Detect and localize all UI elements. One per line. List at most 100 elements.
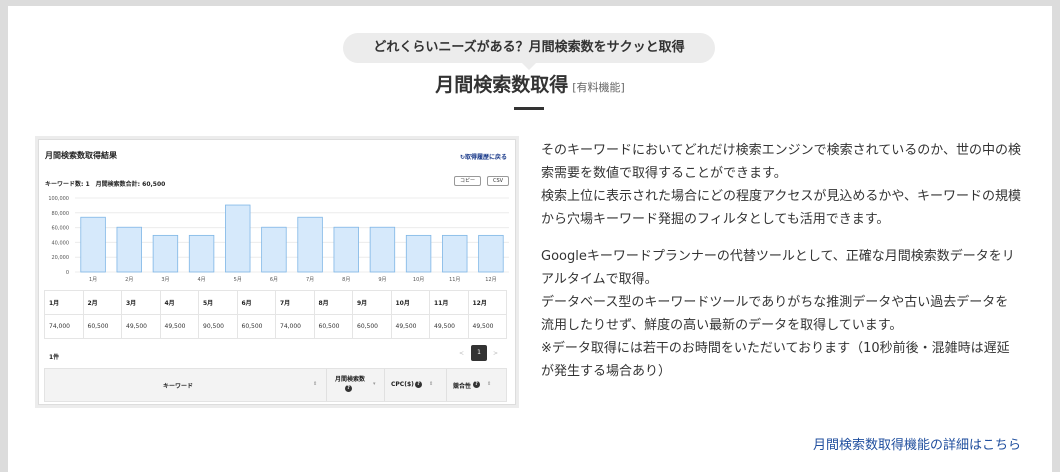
- bar: [80, 216, 106, 273]
- x-tick-label: 10月: [413, 277, 424, 283]
- monthly-table-header: 1月 2月 3月 4月 5月 6月 7月 8月 9月 10月 11月 12月: [44, 290, 507, 315]
- x-tick-label: 12月: [485, 277, 496, 283]
- month-value: 74,000: [275, 314, 315, 339]
- month-header: 10月: [390, 290, 430, 315]
- bar: [152, 234, 179, 273]
- month-value: 49,500: [467, 314, 507, 339]
- feature-description: そのキーワードにおいてどれだけ検索エンジンで検索されているのか、世の中の検索需要…: [541, 139, 1021, 397]
- catchphrase-bubble: どれくらいニーズがある？月間検索数をサクッと取得: [343, 33, 715, 63]
- help-icon[interactable]: ?: [345, 385, 352, 392]
- csv-button[interactable]: CSV: [487, 176, 510, 186]
- bar: [225, 204, 251, 273]
- month-value: 60,500: [352, 314, 392, 339]
- help-icon[interactable]: ?: [415, 381, 422, 388]
- feature-detail-link[interactable]: 月間検索数取得機能の詳細はこちら: [813, 434, 1021, 453]
- x-tick-label: 9月: [378, 277, 386, 283]
- result-screenshot: 月間検索数取得結果 ↻取得履歴に戻る キーワード数: 1 月間検索数合計: 60,…: [38, 139, 516, 405]
- x-tick-label: 2月: [125, 277, 133, 283]
- description-line: ※データ取得には若干のお時間をいただいております（10秒前後・混雑時は遅延が発生…: [541, 341, 1010, 379]
- bubble-tail: [522, 63, 536, 70]
- bar: [405, 234, 432, 273]
- pager-prev[interactable]: <: [459, 350, 464, 357]
- bar: [333, 226, 359, 273]
- x-tick-label: 1月: [89, 277, 97, 283]
- help-icon[interactable]: ?: [473, 381, 480, 388]
- col-competition[interactable]: 競合性 ? ⇕: [447, 369, 508, 401]
- month-value: 49,500: [159, 314, 199, 339]
- pager-next[interactable]: >: [493, 350, 498, 357]
- col-competition-label: 競合性: [453, 383, 472, 390]
- month-header: 11月: [429, 290, 469, 315]
- col-keyword-label: キーワード: [163, 383, 194, 390]
- x-tick-label: 11月: [449, 277, 460, 283]
- keyword-table-header: キーワード ⇕ 月間検索数 ? ▾ CPC($) ? ⇕ 競合性 ? ⇕: [44, 368, 507, 402]
- month-value: 60,500: [313, 314, 353, 339]
- month-header: 6月: [236, 290, 276, 315]
- feature-card: どれくらいニーズがある？月間検索数をサクッと取得 月間検索数取得 [有料機能] 月…: [8, 6, 1052, 472]
- sort-desc-icon: ▾: [373, 381, 376, 387]
- month-value: 60,500: [82, 314, 122, 339]
- title-underline: [514, 107, 544, 110]
- monthly-total: 月間検索数合計: 60,500: [95, 181, 166, 188]
- bar: [188, 234, 215, 273]
- month-value: 60,500: [236, 314, 276, 339]
- description-paragraph-2: Googleキーワードプランナーの代替ツールとして、正確な月間検索数データをリア…: [541, 245, 1021, 383]
- monthly-search-chart: 0 20,000 40,000 60,000 80,000 100,000 1月 2月 3月 4月…: [48, 196, 509, 283]
- month-value: 49,500: [121, 314, 161, 339]
- month-value: 90,500: [198, 314, 238, 339]
- x-tick-label: 5月: [234, 277, 242, 283]
- sort-icon: ⇕: [487, 381, 492, 387]
- page-title: 月間検索数取得: [435, 74, 569, 96]
- bar: [261, 226, 287, 273]
- copy-button[interactable]: コピー: [454, 176, 482, 186]
- description-line: そのキーワードにおいてどれだけ検索エンジンで検索されているのか、世の中の検索需要…: [541, 143, 1021, 181]
- monthly-table: 1月 2月 3月 4月 5月 6月 7月 8月 9月 10月 11月 12月 74,000 60,500…: [44, 290, 507, 339]
- bar: [442, 234, 468, 273]
- x-tick-label: 6月: [270, 277, 278, 283]
- result-title: 月間検索数取得結果: [45, 151, 117, 160]
- y-tick-label: 40,000: [52, 240, 70, 246]
- y-tick-label: 60,000: [52, 226, 70, 232]
- col-keyword[interactable]: キーワード ⇕: [45, 369, 327, 401]
- month-header: 8月: [313, 290, 353, 315]
- month-header: 9月: [352, 290, 392, 315]
- month-header: 2月: [82, 290, 122, 315]
- col-monthly-search-label: 月間検索数: [335, 376, 366, 383]
- bar: [478, 234, 504, 273]
- x-tick-label: 4月: [197, 277, 205, 283]
- x-tick-label: 3月: [161, 277, 169, 283]
- description-paragraph-1: そのキーワードにおいてどれだけ検索エンジンで検索されているのか、世の中の検索需要…: [541, 139, 1021, 231]
- x-tick-label: 7月: [306, 277, 314, 283]
- sort-icon: ⇕: [429, 381, 434, 387]
- month-header: 7月: [275, 290, 315, 315]
- description-line: 検索上位に表示された場合にどの程度アクセスが見込めるかや、キーワードの規模から穴…: [541, 189, 1021, 227]
- month-header: 4月: [159, 290, 199, 315]
- bar: [369, 226, 396, 273]
- month-header: 12月: [467, 290, 507, 315]
- pager-page[interactable]: 1: [471, 345, 487, 361]
- paid-feature-tag: [有料機能]: [572, 81, 625, 94]
- col-monthly-search[interactable]: 月間検索数 ? ▾: [327, 369, 385, 401]
- month-value: 74,000: [44, 314, 84, 339]
- bar: [297, 216, 323, 273]
- description-line: Googleキーワードプランナーの代替ツールとして、正確な月間検索数データをリア…: [541, 249, 1015, 287]
- month-header: 5月: [198, 290, 238, 315]
- description-line: データベース型のキーワードツールでありがちな推測データや古い過去データを流用した…: [541, 295, 1009, 333]
- sort-icon: ⇕: [313, 381, 318, 387]
- result-count: 1件: [49, 354, 60, 361]
- y-tick-label: 20,000: [52, 255, 70, 261]
- y-tick-label: 100,000: [48, 196, 69, 202]
- month-header: 3月: [121, 290, 161, 315]
- bar: [116, 226, 142, 273]
- history-back-link[interactable]: ↻取得履歴に戻る: [460, 152, 507, 161]
- x-tick-label: 8月: [342, 277, 350, 283]
- month-header: 1月: [44, 290, 84, 315]
- col-cpc-label: CPC($): [391, 381, 414, 388]
- col-cpc[interactable]: CPC($) ? ⇕: [385, 369, 447, 401]
- monthly-table-row: 74,000 60,500 49,500 49,500 90,500 60,500 74,0…: [44, 314, 507, 339]
- keyword-count: キーワード数: 1: [45, 181, 90, 188]
- month-value: 49,500: [390, 314, 430, 339]
- y-tick-label: 0: [66, 270, 69, 276]
- month-value: 49,500: [429, 314, 469, 339]
- section-title: 月間検索数取得 [有料機能]: [8, 70, 1052, 97]
